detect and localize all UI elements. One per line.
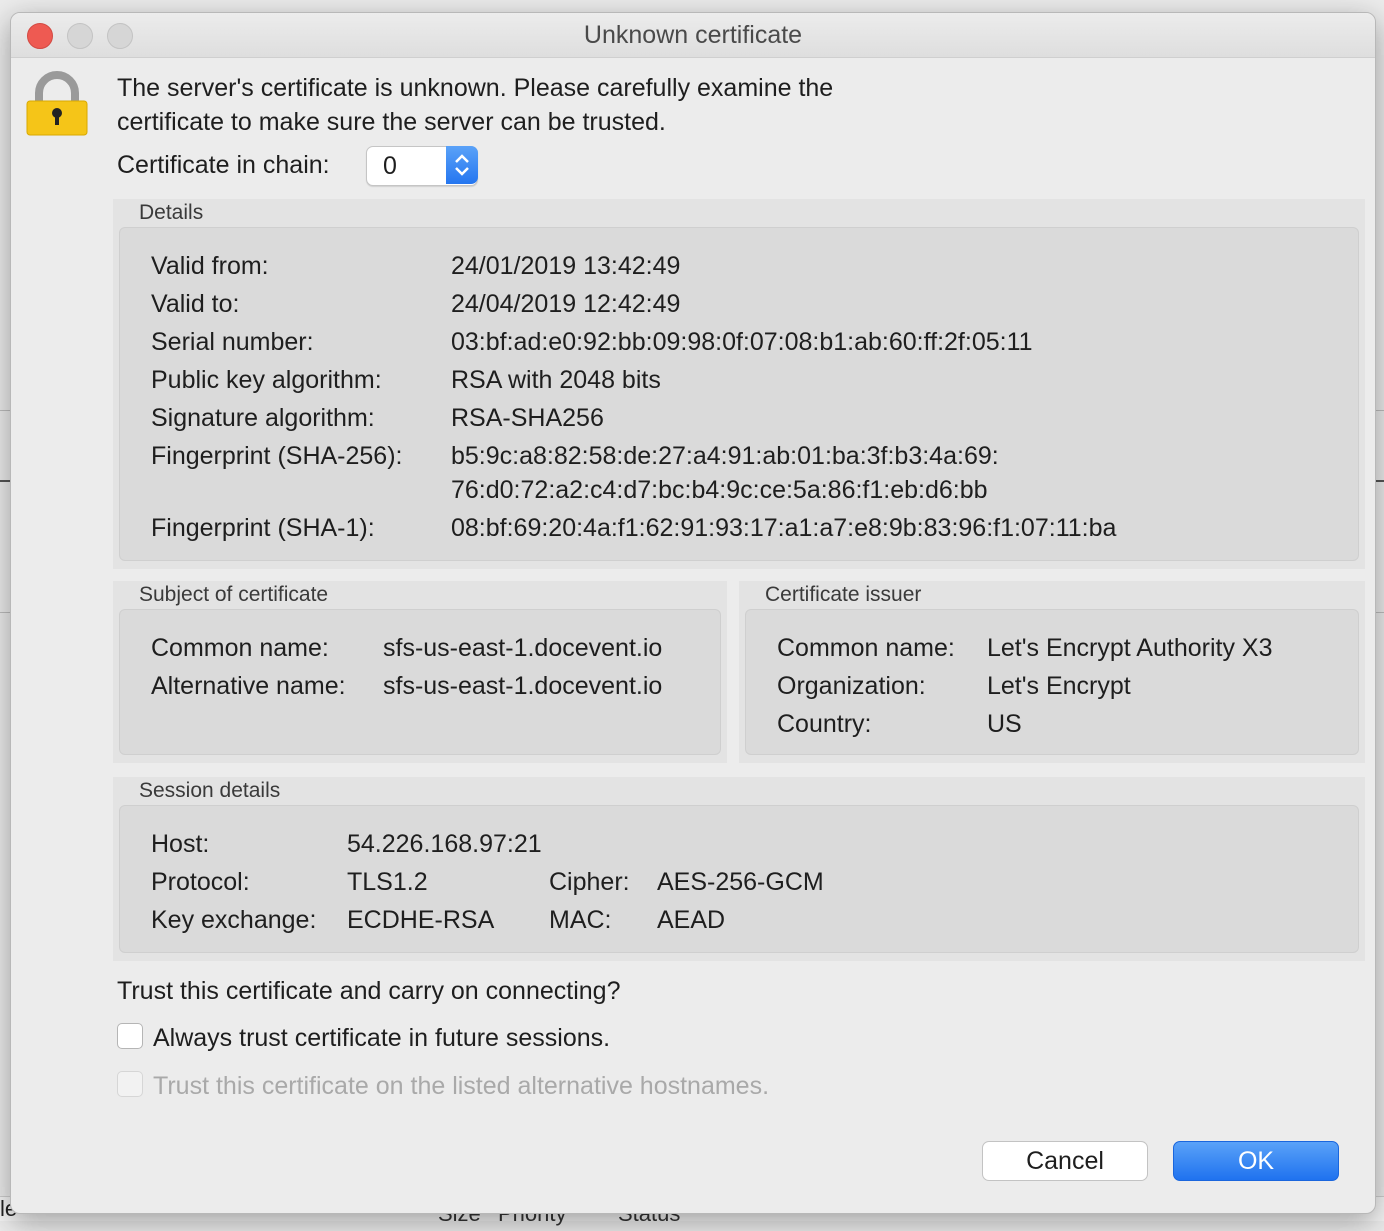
details-group: Details Valid from: 24/01/2019 13:42:49 …	[113, 199, 1365, 569]
issuer-value: Let's Encrypt	[987, 672, 1131, 700]
detail-value-continued: 76:d0:72:a2:c4:d7:bc:b4:9c:ce:5a:86:f1:e…	[451, 476, 988, 504]
host-label: Host:	[151, 830, 210, 858]
window-title: Unknown certificate	[583, 21, 803, 49]
chain-label: Certificate in chain:	[117, 151, 330, 179]
key-exchange-value: ECDHE-RSA	[347, 906, 495, 934]
host-value: 54.226.168.97:21	[347, 830, 542, 858]
detail-value: RSA with 2048 bits	[451, 366, 661, 394]
alt-hosts-checkbox	[117, 1071, 143, 1097]
cipher-value: AES-256-GCM	[657, 868, 824, 896]
detail-value: 03:bf:ad:e0:92:bb:09:98:0f:07:08:b1:ab:6…	[451, 328, 1033, 356]
always-trust-label[interactable]: Always trust certificate in future sessi…	[153, 1024, 610, 1053]
certificate-dialog: Unknown certificate The server's certifi…	[10, 12, 1376, 1214]
issuer-label: Country:	[777, 710, 872, 738]
chevron-up-down-icon[interactable]	[446, 146, 478, 184]
subject-label: Alternative name:	[151, 672, 346, 700]
subject-group: Subject of certificate Common name: sfs-…	[113, 581, 727, 763]
trust-question: Trust this certificate and carry on conn…	[117, 977, 621, 1005]
subject-value: sfs-us-east-1.docevent.io	[383, 634, 663, 662]
detail-label: Serial number:	[151, 328, 314, 356]
details-title: Details	[139, 201, 204, 224]
title-bar: Unknown certificate	[11, 13, 1375, 58]
mac-value: AEAD	[657, 906, 726, 934]
issuer-panel: Common name: Let's Encrypt Authority X3 …	[745, 609, 1359, 755]
issuer-label: Organization:	[777, 672, 926, 700]
issuer-label: Common name:	[777, 634, 955, 662]
key-exchange-label: Key exchange:	[151, 906, 317, 934]
details-panel: Valid from: 24/01/2019 13:42:49 Valid to…	[119, 227, 1359, 561]
detail-value: RSA-SHA256	[451, 404, 604, 432]
session-panel: Host: 54.226.168.97:21 Protocol: TLS1.2 …	[119, 805, 1359, 953]
protocol-label: Protocol:	[151, 868, 250, 896]
mac-label: MAC:	[549, 906, 612, 934]
lock-icon	[26, 71, 88, 136]
detail-label: Signature algorithm:	[151, 404, 375, 432]
detail-label: Fingerprint (SHA-1):	[151, 514, 375, 542]
warning-message-line: The server's certificate is unknown. Ple…	[117, 74, 834, 102]
warning-message-line: certificate to make sure the server can …	[117, 108, 666, 136]
chain-select-value: 0	[383, 152, 397, 180]
subject-value: sfs-us-east-1.docevent.io	[383, 672, 663, 700]
session-title: Session details	[139, 779, 281, 802]
issuer-group: Certificate issuer Common name: Let's En…	[739, 581, 1365, 763]
cipher-label: Cipher:	[549, 868, 630, 896]
subject-panel: Common name: sfs-us-east-1.docevent.io A…	[119, 609, 721, 755]
detail-value: b5:9c:a8:82:58:de:27:a4:91:ab:01:ba:3f:b…	[451, 442, 999, 470]
detail-label: Valid to:	[151, 290, 240, 318]
detail-label: Fingerprint (SHA-256):	[151, 442, 403, 470]
subject-title: Subject of certificate	[139, 583, 329, 606]
warning-message: The server's certificate is unknown. Ple…	[117, 71, 977, 139]
cancel-button[interactable]: Cancel	[982, 1141, 1148, 1181]
detail-value: 24/01/2019 13:42:49	[451, 252, 681, 280]
protocol-value: TLS1.2	[347, 868, 428, 896]
detail-value: 08:bf:69:20:4a:f1:62:91:93:17:a1:a7:e8:9…	[451, 514, 1117, 542]
issuer-title: Certificate issuer	[765, 583, 922, 606]
ok-button[interactable]: OK	[1173, 1141, 1339, 1181]
detail-value: 24/04/2019 12:42:49	[451, 290, 681, 318]
subject-label: Common name:	[151, 634, 329, 662]
issuer-value: Let's Encrypt Authority X3	[987, 634, 1273, 662]
alt-hosts-label: Trust this certificate on the listed alt…	[153, 1072, 770, 1100]
detail-label: Valid from:	[151, 252, 269, 280]
always-trust-checkbox[interactable]	[117, 1023, 143, 1049]
session-group: Session details Host: 54.226.168.97:21 P…	[113, 777, 1365, 961]
chain-select[interactable]: 0	[366, 146, 478, 186]
detail-label: Public key algorithm:	[151, 366, 382, 394]
issuer-value: US	[987, 710, 1022, 738]
